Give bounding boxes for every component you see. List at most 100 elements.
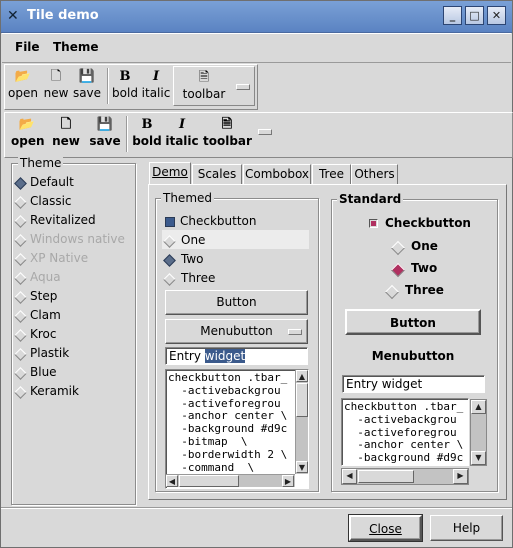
toolbar2-bold-button[interactable]: B bold [131,116,163,148]
standard-entry[interactable]: Entry widget [342,375,485,393]
menubutton-indicator-icon [258,129,272,135]
toolbar2-italic-button[interactable]: I italic [165,116,199,148]
text-line: -bitmap \ [168,434,248,448]
checkbox-checked-icon [165,217,175,227]
themed-entry-text: Entry [169,349,205,363]
theme-radio-label: XP Native [30,251,89,265]
themed-checkbutton-label: Checkbutton [180,214,257,228]
themed-menubutton[interactable]: Menubutton [165,319,308,344]
toolbar1-save-button[interactable]: 💾 save [72,68,102,100]
hscroll-thumb[interactable] [358,470,414,483]
save-icon: 💾 [78,69,96,84]
toolbar1-new-label: new [43,86,69,100]
theme-radio-label: Blue [30,365,57,379]
standard-button[interactable]: Button [345,309,481,335]
toolbar2-open-label: open [11,134,45,148]
maximize-button[interactable]: □ [465,6,484,25]
toolbar1-new-button[interactable]: 🗋 new [42,68,70,100]
toolbar2-toolbar-label: toolbar [203,134,252,148]
text-line: -command \ [168,460,255,474]
standard-radio-label: Three [405,283,444,297]
folder-open-icon: 📂 [14,69,32,84]
help-button[interactable]: Help [430,515,503,541]
new-file-icon: 🗋 [50,69,62,84]
toolbar2-toolbar-menubutton[interactable]: 🗎 toolbar [203,116,252,148]
standard-menubutton[interactable]: Menubutton [345,349,481,363]
bold-icon: B [141,117,153,132]
tab-label: Combobox [244,167,310,181]
tab-label: Demo [152,165,188,179]
toolbar2-open-button[interactable]: 📂 open [11,116,45,148]
theme-radio-label: Kroc [30,327,57,341]
folder-open-icon: 📂 [18,117,36,132]
hscroll-thumb[interactable] [179,475,239,487]
minimize-button[interactable]: _ [443,6,462,25]
app-window: ✕ Tile demo _ □ ✕ File Theme 📂 open 🗋 ne… [0,0,513,548]
text-line: checkbutton .tbar_ [344,401,464,413]
theme-radio-label: Aqua [30,270,61,284]
themed-button[interactable]: Button [165,290,308,315]
theme-radio-label: Classic [30,194,72,208]
tab-demo[interactable]: Demo [149,162,191,185]
close-button[interactable]: Close [348,514,423,542]
new-file-icon: 🗋 [60,117,72,132]
toolbar1-bold-label: bold [112,86,138,100]
vscroll-thumb[interactable] [296,383,308,417]
text-line: -borderwidth 2 \ [168,447,288,461]
tab-scales[interactable]: Scales [192,164,242,185]
toolbar-icon: 🗎 [198,70,210,85]
menubutton-indicator-icon [236,84,250,90]
scroll-down-arrow-icon[interactable]: ▼ [471,451,486,465]
toolbar2-save-button[interactable]: 💾 save [89,116,121,148]
toolbar1-italic-label: italic [141,86,171,100]
save-icon: 💾 [96,117,114,132]
themed-radio-label: Two [181,252,204,266]
title-bar[interactable]: ✕ Tile demo _ □ ✕ [1,1,512,33]
themed-text-vscrollbar[interactable]: ▲ ▼ [295,370,308,474]
tab-combobox[interactable]: Combobox [243,164,311,185]
themed-text-widget[interactable]: checkbutton .tbar_ -activebackgrou -acti… [165,369,309,489]
tab-others[interactable]: Others [351,164,398,185]
toolbar1-toolbar-menubutton[interactable]: 🗎 toolbar [173,66,255,106]
scroll-up-arrow-icon[interactable]: ▲ [471,400,486,414]
standard-text-hscrollbar[interactable]: ◀ ▶ [341,468,469,485]
themed-entry[interactable]: Entry widget [165,347,308,365]
toolbar1-open-button[interactable]: 📂 open [8,68,38,100]
standard-text-vscrollbar[interactable]: ▲ ▼ [470,399,487,466]
standard-text-widget[interactable]: checkbutton .tbar_ -activebackgrou -acti… [341,398,469,466]
menu-theme[interactable]: Theme [53,40,99,54]
toolbar2-italic-label: italic [165,134,199,148]
scroll-left-arrow-icon[interactable]: ◀ [166,475,178,487]
toolbar2-new-button[interactable]: 🗋 new [51,116,81,148]
theme-radio-label: Plastik [30,346,70,360]
menu-file[interactable]: File [15,40,40,54]
close-window-button[interactable]: ✕ [487,6,506,25]
italic-icon: I [178,117,186,132]
scroll-up-arrow-icon[interactable]: ▲ [296,370,308,382]
toolbar2-new-label: new [52,134,80,148]
theme-radio-label: Clam [30,308,61,322]
tab-label: Scales [197,167,237,181]
themed-radio-label: One [181,233,206,247]
theme-radio-label: Step [30,289,58,303]
standard-radio-label: One [411,239,438,253]
scroll-left-arrow-icon[interactable]: ◀ [342,469,357,484]
standard-checkbutton-label: Checkbutton [385,216,471,230]
checkbox-checked-icon [369,219,378,228]
toolbar1-bold-button[interactable]: B bold [111,68,139,100]
standard-radio-label: Two [411,261,438,275]
themed-menubutton-label: Menubutton [200,324,273,338]
themed-text-hscrollbar[interactable]: ◀ ▶ [166,474,295,487]
scroll-right-arrow-icon[interactable]: ▶ [453,469,468,484]
toolbar1-italic-button[interactable]: I italic [141,68,171,100]
scroll-down-arrow-icon[interactable]: ▼ [296,461,308,473]
italic-icon: I [152,69,160,84]
theme-radio-label: Windows native [30,232,125,246]
toolbar2-separator [126,116,128,152]
text-line: -background #d9c [344,451,464,465]
scroll-right-arrow-icon[interactable]: ▶ [282,475,294,487]
standard-group-label: Standard [337,192,404,206]
tab-tree[interactable]: Tree [312,164,351,185]
themed-radio-label: Three [181,271,216,285]
toolbar-icon: 🗎 [221,117,233,132]
